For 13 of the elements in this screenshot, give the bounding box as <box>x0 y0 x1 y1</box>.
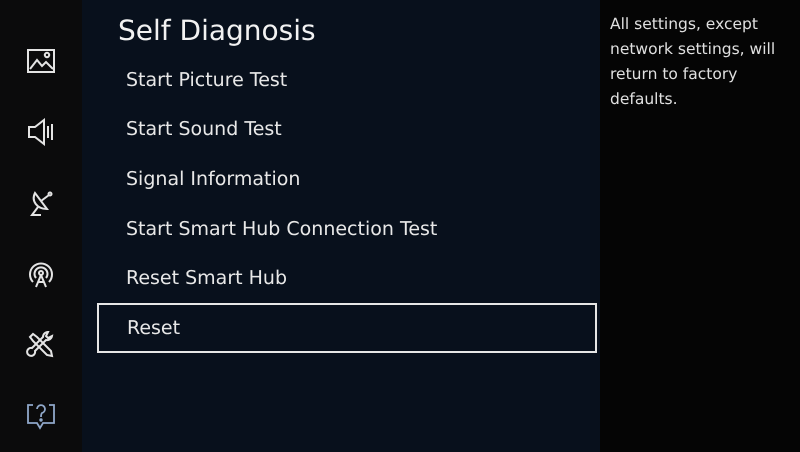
help-icon <box>25 402 57 430</box>
menu-item[interactable]: Reset Smart Hub <box>96 253 596 303</box>
menu-title: Self Diagnosis <box>118 14 317 47</box>
speaker-icon <box>26 118 56 146</box>
menu-item[interactable]: Reset <box>97 302 597 353</box>
picture-icon <box>26 48 56 74</box>
menu-item[interactable]: Start Smart Hub Connection Test <box>96 204 596 254</box>
description-text: All settings, except network settings, will return to factory defaults. <box>610 14 776 110</box>
menu-item[interactable]: Start Sound Test <box>96 104 596 154</box>
menu-item[interactable]: Start Picture Test <box>96 55 596 105</box>
tools-icon <box>26 330 56 360</box>
menu-item[interactable]: Signal Information <box>96 154 596 204</box>
satellite-dish-icon <box>27 189 55 217</box>
